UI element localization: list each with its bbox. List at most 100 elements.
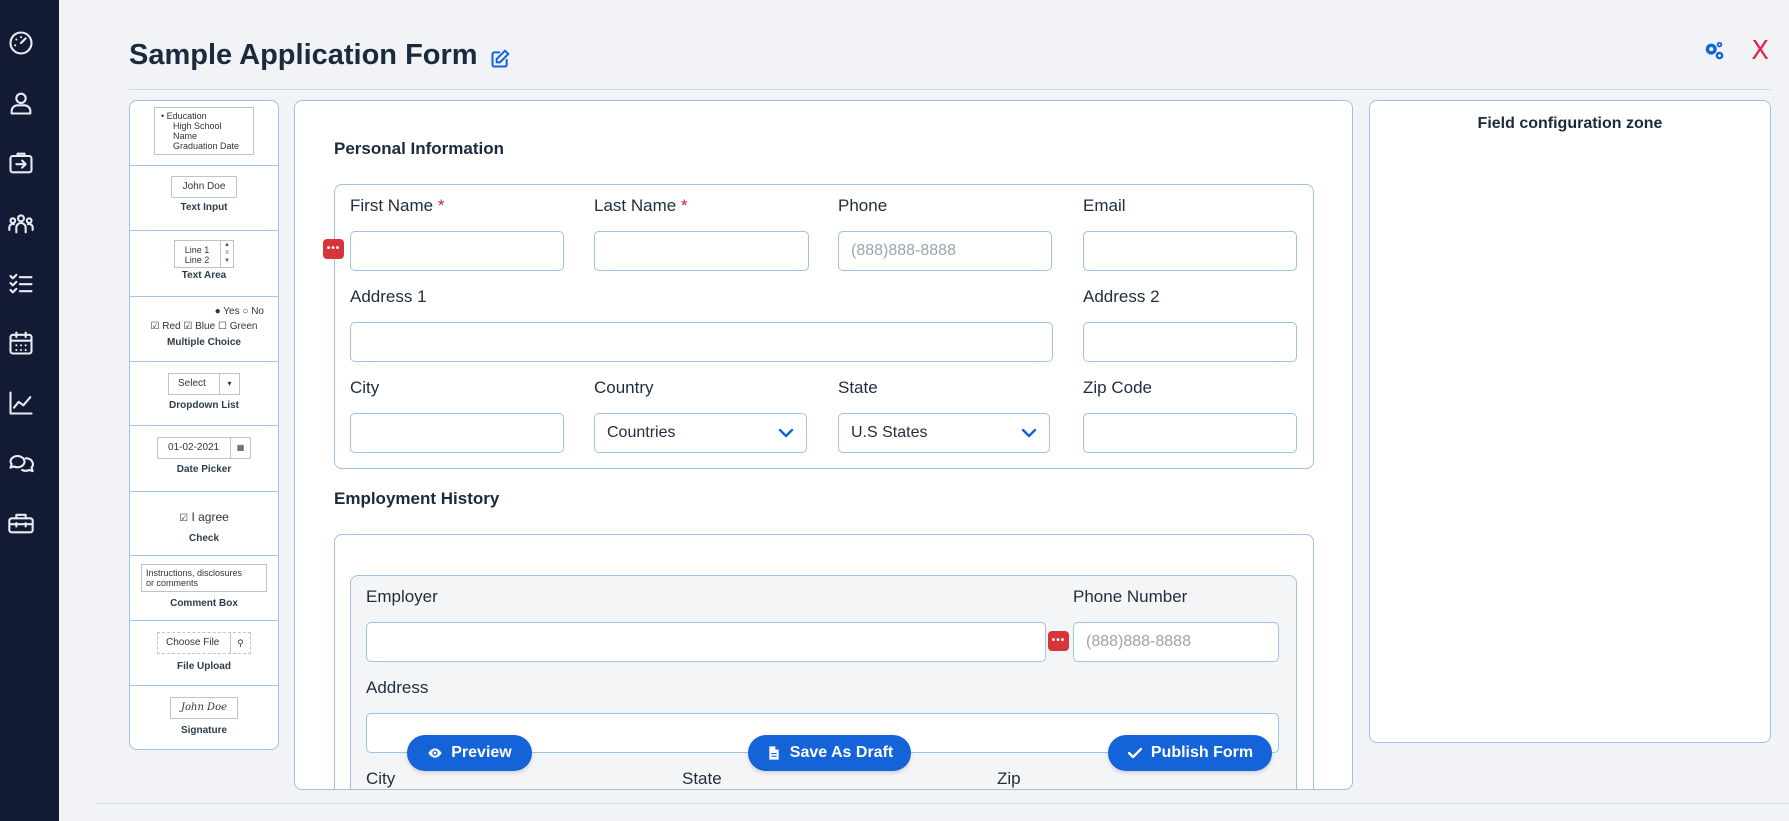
employer-city-label: City: [366, 769, 396, 788]
radio-yes: Yes: [223, 306, 240, 317]
city-label: City: [350, 378, 380, 397]
comment-line2: or comments: [146, 578, 199, 588]
dropdown-label: Dropdown List: [169, 400, 239, 411]
palette-comment-box[interactable]: Instructions, disclosures or comments Co…: [130, 556, 278, 621]
dropdown-sample: Select: [178, 378, 206, 389]
radio-no: No: [251, 306, 264, 317]
config-zone-title: Field configuration zone: [1477, 115, 1663, 132]
education-line2: Graduation Date: [173, 141, 240, 151]
state-select[interactable]: U.S States: [838, 413, 1050, 453]
email-input[interactable]: [1083, 231, 1297, 271]
zip-input[interactable]: [1083, 413, 1297, 453]
team-icon[interactable]: [7, 209, 35, 237]
text-area-label: Text Area: [181, 270, 227, 281]
header-divider: [129, 89, 1771, 90]
dashboard-icon[interactable]: [7, 29, 35, 57]
country-value: Countries: [607, 424, 676, 441]
file-upload-preview: Choose File ⚲: [157, 632, 251, 654]
palette-file-upload[interactable]: Choose File ⚲ File Upload: [130, 621, 278, 686]
edit-title-icon[interactable]: [490, 49, 510, 69]
file-upload-sample: Choose File: [166, 637, 220, 648]
check-icon: [1127, 747, 1143, 759]
checkbox-blue: Blue: [195, 321, 216, 332]
check-preview: ☑ I agree: [130, 510, 278, 524]
palette-date-picker[interactable]: 01-02-2021 ▦ Date Picker: [130, 426, 278, 492]
employer-phone-label: Phone Number: [1073, 587, 1188, 606]
settings-gears-icon[interactable]: [1703, 40, 1725, 62]
chart-icon[interactable]: [7, 389, 35, 417]
checkbox-red: Red: [162, 321, 181, 332]
field-config-zone: Field configuration zone: [1369, 100, 1771, 743]
personal-section-title: Personal Information: [334, 139, 505, 158]
employer-phone-input[interactable]: (888)888-8888: [1073, 622, 1279, 662]
toolbox-icon[interactable]: [7, 509, 35, 537]
chevron-down-icon: [1021, 428, 1037, 438]
state-value: U.S States: [851, 424, 928, 441]
checkbox-checked-icon: ☑: [179, 513, 189, 524]
publish-form-button[interactable]: Publish Form: [1108, 735, 1272, 771]
palette-text-input[interactable]: John Doe Text Input: [130, 166, 278, 231]
preview-button[interactable]: Preview: [407, 735, 532, 771]
phone-label: Phone: [838, 196, 888, 215]
field-palette: • Education High School Name Graduation …: [129, 100, 279, 750]
phone-input[interactable]: (888)888-8888: [838, 231, 1052, 271]
file-upload-label: File Upload: [177, 661, 231, 672]
address2-label: Address 2: [1083, 287, 1160, 306]
close-button[interactable]: X: [1751, 36, 1769, 66]
employer-phone-placeholder: (888)888-8888: [1086, 633, 1191, 650]
palette-education[interactable]: • Education High School Name Graduation …: [130, 101, 278, 166]
checkbox-preview: ☑ Red ☑ Blue ☐ Green: [130, 321, 278, 332]
employer-state-label: State: [682, 769, 722, 788]
radio-empty-icon: ○: [242, 306, 249, 317]
personal-info-group: First Name * Last Name * Phone (888)888-…: [334, 184, 1314, 469]
last-name-input[interactable]: [594, 231, 809, 271]
check-sample: I agree: [191, 510, 229, 524]
eye-icon: [428, 748, 442, 758]
comment-line1: Instructions, disclosures: [146, 568, 243, 578]
first-name-label-text: First Name: [350, 196, 434, 215]
comment-box-label: Comment Box: [170, 598, 238, 609]
file-icon: [769, 746, 779, 760]
drag-handle-icon[interactable]: •••: [323, 239, 344, 259]
text-area-preview: Line 1 Line 2 ▲ ≡ ▼: [174, 240, 234, 268]
palette-signature[interactable]: John Doe Signature: [130, 686, 278, 749]
employer-address-label: Address: [366, 678, 429, 697]
checkbox-checked-icon: ☑: [150, 321, 160, 332]
address2-input[interactable]: [1083, 322, 1297, 362]
country-select[interactable]: Countries: [594, 413, 807, 453]
export-icon[interactable]: [7, 149, 35, 177]
date-picker-preview: 01-02-2021 ▦: [157, 437, 251, 459]
palette-dropdown[interactable]: Select ▾ Dropdown List: [130, 362, 278, 426]
calendar-small-icon: ▦: [230, 438, 250, 458]
chevron-down-icon: [778, 428, 794, 438]
state-label: State: [838, 378, 878, 397]
drag-handle-icon[interactable]: •••: [1048, 631, 1069, 651]
checkbox-empty-icon: ☐: [217, 321, 227, 332]
comment-box-preview: Instructions, disclosures or comments: [141, 564, 267, 592]
address1-input[interactable]: [350, 322, 1053, 362]
city-input[interactable]: [350, 413, 564, 453]
date-picker-label: Date Picker: [176, 464, 232, 475]
last-name-label: Last Name *: [594, 196, 688, 216]
palette-check[interactable]: ☑ I agree Check: [130, 492, 278, 556]
date-sample: 01-02-2021: [168, 442, 220, 453]
palette-multiple-choice[interactable]: ● Yes ○ No ☑ Red ☑ Blue ☐ Green Multiple…: [130, 297, 278, 362]
calendar-icon[interactable]: [7, 329, 35, 357]
footer-divider: [95, 803, 1789, 804]
checklist-icon[interactable]: [7, 269, 35, 297]
save-draft-button[interactable]: Save As Draft: [748, 735, 911, 771]
zip-label: Zip Code: [1083, 378, 1152, 397]
page-title: Sample Application Form: [129, 39, 510, 72]
preview-label: Preview: [451, 744, 512, 761]
user-icon[interactable]: [7, 89, 35, 117]
employer-input[interactable]: [366, 622, 1046, 662]
employer-zip-label: Zip: [997, 769, 1021, 788]
first-name-input[interactable]: [350, 231, 564, 271]
text-input-label: Text Input: [180, 202, 228, 213]
palette-text-area[interactable]: Line 1 Line 2 ▲ ≡ ▼ Text Area: [130, 231, 278, 297]
radio-preview: ● Yes ○ No: [130, 306, 278, 317]
employer-label: Employer: [366, 587, 438, 606]
chat-icon[interactable]: [7, 449, 35, 477]
dropdown-caret-icon: ▾: [219, 374, 239, 394]
multiple-choice-label: Multiple Choice: [167, 337, 241, 348]
